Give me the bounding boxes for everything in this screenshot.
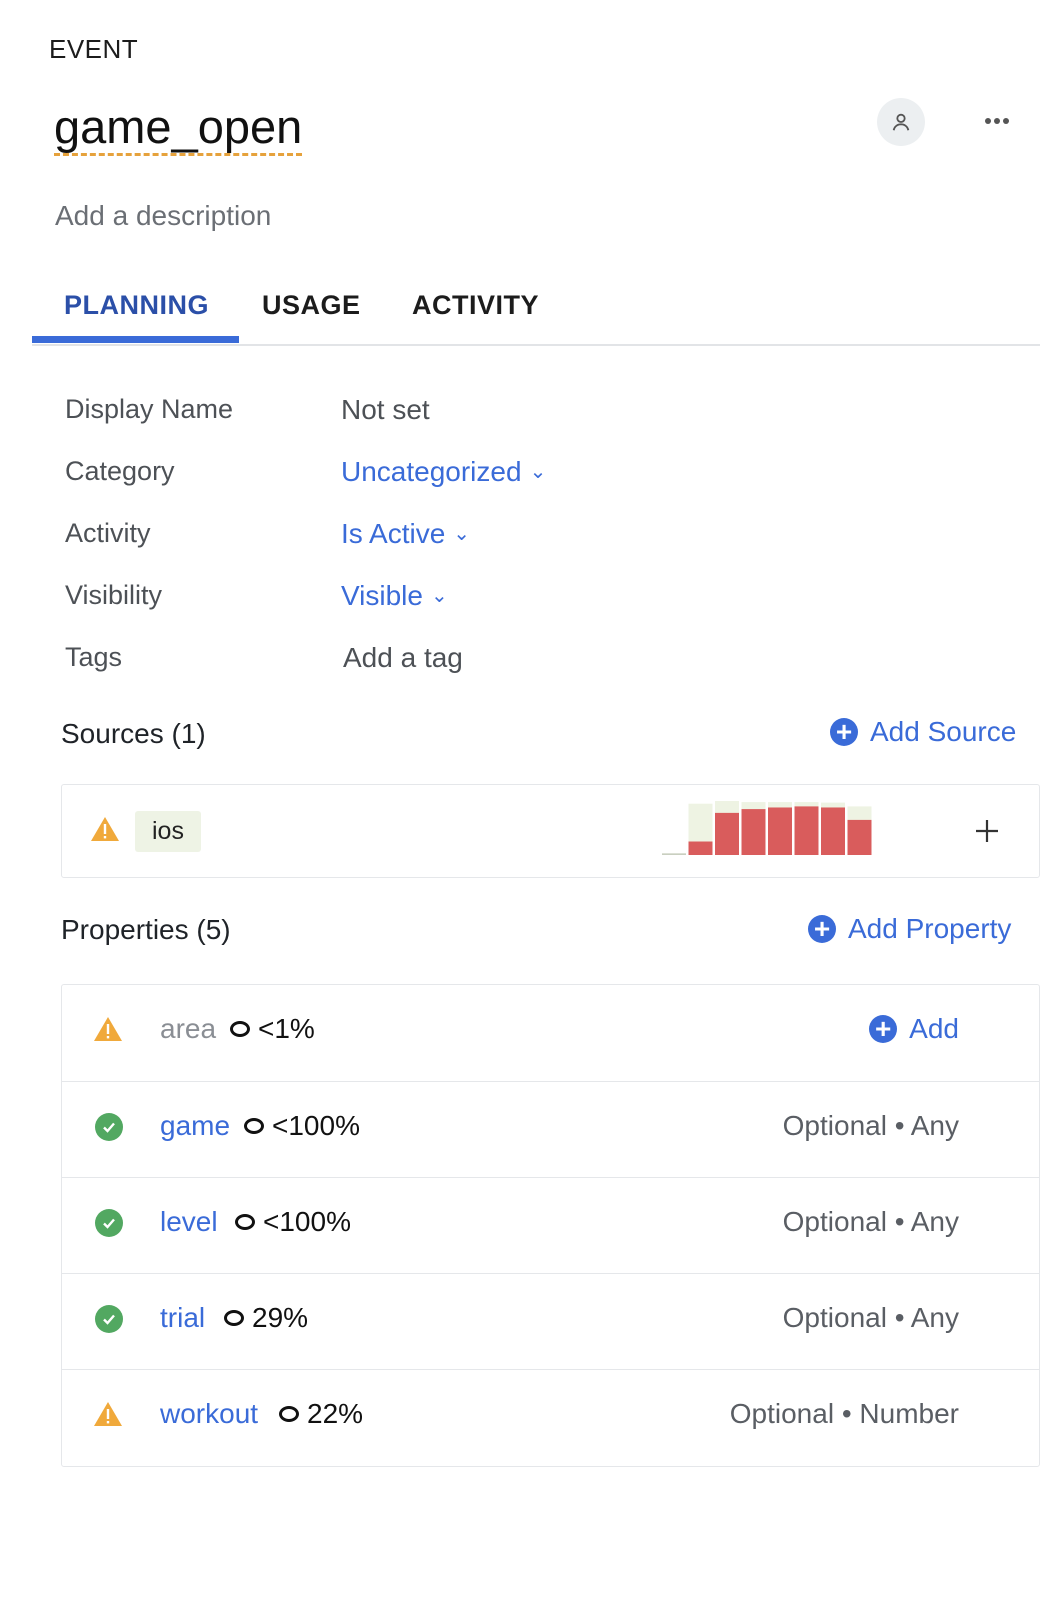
sources-title: Sources (1): [61, 718, 206, 749]
sparkline-bar-value: [768, 807, 792, 855]
tags-input[interactable]: Add a tag: [343, 642, 463, 674]
tab-planning[interactable]: PLANNING: [64, 290, 209, 321]
check-circle-icon: [95, 1209, 123, 1237]
property-name[interactable]: area: [160, 1013, 216, 1045]
source-tag-ios[interactable]: ios: [135, 811, 201, 852]
chevron-down-icon: ⌄: [430, 585, 448, 607]
activity-dropdown[interactable]: Is Active ⌄: [341, 518, 470, 550]
add-property-button[interactable]: + Add Property: [808, 913, 1011, 945]
source-row[interactable]: [61, 784, 1040, 878]
property-coverage: <1%: [230, 1013, 315, 1045]
plus-circle-icon: +: [808, 915, 836, 943]
eye-icon: [244, 1118, 264, 1134]
property-name[interactable]: trial: [160, 1302, 205, 1334]
sparkline-bar-value: [741, 809, 766, 855]
property-row-level[interactable]: level <100% Optional • Any: [62, 1177, 1039, 1274]
property-row-game[interactable]: game <100% Optional • Any: [62, 1081, 1039, 1178]
sparkline-bar-value: [662, 853, 686, 855]
tab-usage[interactable]: USAGE: [262, 290, 361, 321]
properties-title: Properties (5): [61, 914, 231, 945]
eye-icon: [279, 1406, 299, 1422]
more-options-button[interactable]: [982, 106, 1012, 136]
property-coverage: <100%: [244, 1110, 360, 1142]
property-name[interactable]: game: [160, 1110, 230, 1142]
visibility-dropdown[interactable]: Visible ⌄: [341, 580, 448, 612]
category-dropdown[interactable]: Uncategorized ⌄: [341, 456, 546, 488]
check-circle-icon: [95, 1305, 123, 1333]
chevron-down-icon: ⌄: [453, 523, 471, 545]
eye-icon: [235, 1214, 255, 1230]
check-circle-icon: [95, 1113, 123, 1141]
property-row-trial[interactable]: trial 29% Optional • Any: [62, 1273, 1039, 1370]
display-name-label: Display Name: [65, 394, 234, 424]
sparkline-bar-value: [821, 807, 845, 855]
add-property-to-event-button[interactable]: + Add: [869, 1013, 959, 1045]
property-coverage: <100%: [235, 1206, 351, 1238]
tab-activity[interactable]: ACTIVITY: [412, 290, 539, 321]
warning-icon: [94, 1402, 122, 1426]
warning-icon: [91, 817, 119, 841]
entity-type-label: EVENT: [49, 34, 139, 64]
add-source-button[interactable]: + Add Source: [830, 716, 1016, 748]
sparkline-bar-value: [688, 841, 713, 855]
property-presence-type[interactable]: Optional • Any: [783, 1206, 959, 1238]
tags-label: Tags: [65, 642, 123, 672]
source-volume-sparkline: [662, 801, 872, 855]
property-presence-type[interactable]: Optional • Any: [783, 1110, 959, 1142]
activity-label: Activity: [65, 518, 151, 548]
description-input[interactable]: Add a description: [55, 200, 271, 232]
property-presence-type[interactable]: Optional • Number: [730, 1398, 959, 1430]
visibility-label: Visibility: [65, 580, 163, 610]
display-name-value[interactable]: Not set: [341, 394, 430, 426]
property-presence-type[interactable]: Optional • Any: [783, 1302, 959, 1334]
owner-avatar-button[interactable]: [877, 98, 925, 146]
chevron-down-icon: ⌄: [529, 461, 547, 483]
eye-icon: [230, 1021, 250, 1037]
sparkline-bar-value: [794, 806, 819, 855]
sparkline-bar-value: [847, 819, 872, 855]
more-horizontal-icon: [985, 118, 1009, 124]
sparkline-bar-value: [715, 812, 739, 855]
user-icon: [892, 113, 910, 131]
property-name[interactable]: workout: [160, 1398, 258, 1430]
category-label: Category: [65, 456, 175, 486]
expand-plus-icon[interactable]: [975, 819, 999, 843]
property-row-area[interactable]: area <1% + Add: [62, 985, 1039, 1081]
warning-icon: [94, 1017, 122, 1041]
property-row-workout[interactable]: workout 22% Optional • Number: [62, 1369, 1039, 1466]
eye-icon: [224, 1310, 244, 1326]
property-name[interactable]: level: [160, 1206, 218, 1238]
active-tab-indicator: [32, 336, 239, 343]
property-coverage: 22%: [279, 1398, 363, 1430]
plus-circle-icon: +: [869, 1015, 898, 1043]
plus-circle-icon: +: [830, 718, 858, 746]
properties-list: area <1% + Add game <100% Optional • Any…: [61, 984, 1040, 1467]
property-coverage: 29%: [224, 1302, 308, 1334]
event-title[interactable]: game_open: [54, 100, 303, 156]
